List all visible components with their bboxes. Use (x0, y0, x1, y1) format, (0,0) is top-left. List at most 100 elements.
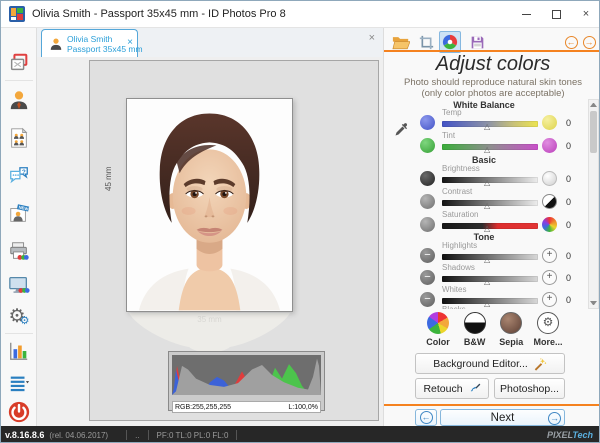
portrait-photo (126, 98, 293, 312)
tab-olivia-smith[interactable]: Olivia Smith Passport 35x45 mm × (41, 29, 143, 57)
preset-bw[interactable]: B&W (459, 312, 491, 347)
preset-color[interactable]: Color (422, 312, 454, 347)
histogram-panel: RGB:255,255,255 L:100,0% (168, 351, 325, 413)
printer-icon (10, 242, 29, 260)
temp-warm-dot[interactable] (542, 115, 557, 130)
color-preset-icon (427, 312, 449, 334)
tab-person-icon (50, 38, 62, 50)
close-all-tabs-icon[interactable]: × (369, 32, 375, 44)
minimize-button[interactable] (511, 1, 541, 27)
next-arrow-icon: → (548, 411, 561, 425)
slider-value: 0 (566, 220, 572, 230)
help-chat-icon: ? (10, 167, 28, 184)
eyedropper-icon[interactable] (394, 121, 410, 137)
sidebar-item-acquire-photo[interactable] (7, 51, 31, 75)
brightness-dark-dot[interactable] (420, 171, 435, 186)
maximize-button[interactable] (541, 1, 571, 27)
folder-icon (392, 36, 410, 49)
sidebar-item-exit[interactable] (7, 399, 31, 425)
sheet-of-persons-icon (11, 127, 28, 148)
sidebar-item-menu[interactable] (7, 371, 31, 395)
slider-label: Blacks (442, 305, 466, 309)
contrast-low-dot[interactable] (420, 194, 435, 209)
svg-text:?: ? (22, 169, 26, 176)
status-separator (236, 430, 238, 440)
scroll-down-icon[interactable] (590, 301, 597, 305)
photoshop-button[interactable]: Photoshop... (494, 378, 565, 399)
brightness-light-dot[interactable] (542, 171, 557, 186)
histogram-plot (172, 355, 321, 395)
sidebar-item-print-sheet[interactable] (7, 126, 31, 150)
saturation-low-dot[interactable] (420, 217, 435, 232)
next-button[interactable]: Next → (440, 409, 565, 426)
highlights-plus-dot[interactable]: + (542, 248, 557, 263)
preset-more[interactable]: ⚙ More... (532, 312, 564, 347)
sidebar-item-person[interactable] (7, 88, 31, 112)
slider-label: Contrast (442, 187, 473, 196)
orange-divider-top (384, 50, 599, 52)
sidebar-item-settings[interactable]: ⚙ ⚙ (7, 304, 31, 328)
slider-value: 0 (566, 197, 572, 207)
saturation-high-dot[interactable] (542, 217, 557, 232)
preset-label: Sepia (499, 337, 524, 347)
slider-label: Brightness (442, 164, 480, 173)
panel-subtitle-1: Photo should reproduce natural skin tone… (404, 77, 582, 88)
tint-magenta-dot[interactable] (542, 138, 557, 153)
release-date-label: (rel. 04.06.2017) (49, 430, 109, 440)
color-wheel-icon (442, 34, 458, 50)
slider-thumb[interactable]: △ (484, 179, 490, 187)
previous-arrow-icon: ← (419, 411, 433, 424)
background-editor-label: Background Editor... (433, 357, 528, 370)
rgb-readout: RGB:255,255,255 (175, 403, 232, 411)
version-label: v.8.16.8.6 (5, 430, 45, 440)
sidebar-item-help[interactable]: ? (7, 164, 31, 188)
portrait-image (127, 99, 292, 311)
slider-label: Highlights (442, 241, 478, 250)
minimize-icon (521, 13, 531, 15)
sliders-scroll-area: White Balance Temp △ 0 Tint △ 0 Basic Br… (386, 99, 586, 309)
back-arrow-icon: ← (564, 35, 578, 49)
sidebar-item-print[interactable] (7, 239, 31, 263)
adjust-colors-panel: ← → Adjust colors Photo should reproduce… (383, 28, 599, 426)
sidebar-item-statistics[interactable] (7, 339, 31, 363)
slider-thumb[interactable]: △ (484, 123, 490, 131)
tab-bar: Olivia Smith Passport 35x45 mm × × (37, 28, 383, 57)
slider-blacks-clipped: Blacks (420, 305, 582, 309)
highlights-minus-dot[interactable]: − (420, 248, 435, 263)
panel-scrollbar[interactable] (588, 99, 599, 309)
photoshop-label: Photoshop... (500, 382, 559, 395)
shadows-plus-dot[interactable]: + (542, 270, 557, 285)
slider-label: Saturation (442, 210, 479, 219)
sidebar: ? NEW ⚙ ⚙ (1, 28, 37, 426)
sidebar-item-display[interactable] (7, 273, 31, 297)
window-title: Olivia Smith - Passport 35x45 mm - ID Ph… (32, 8, 286, 20)
sidebar-item-new-photo[interactable]: NEW (7, 202, 31, 226)
bar-chart-icon (10, 342, 28, 360)
scroll-up-icon[interactable] (590, 103, 597, 107)
shadows-minus-dot[interactable]: − (420, 270, 435, 285)
floppy-disk-icon (471, 36, 483, 48)
contrast-high-dot[interactable] (542, 194, 557, 209)
background-editor-button[interactable]: Background Editor... (415, 353, 565, 374)
pixeltech-logo: PIXELTech (546, 430, 593, 440)
temp-cool-dot[interactable] (420, 115, 435, 130)
slider-value: 0 (566, 118, 572, 128)
status-dots: .. (135, 430, 140, 440)
slider-thumb[interactable]: △ (484, 146, 490, 154)
app-window: Olivia Smith - Passport 35x45 mm - ID Ph… (0, 0, 600, 443)
retouch-button[interactable]: Retouch (415, 378, 489, 399)
bw-preset-icon (463, 312, 486, 334)
slider-value: 0 (566, 273, 572, 283)
previous-step-button[interactable]: ← (415, 409, 437, 426)
panel-subtitle-2: (only color photos are acceptable) (421, 88, 565, 99)
scrollbar-thumb[interactable] (590, 111, 597, 153)
slider-value: 0 (566, 295, 572, 305)
slider-value: 0 (566, 174, 572, 184)
preset-sepia[interactable]: Sepia (495, 312, 527, 347)
tab-close-icon[interactable]: × (127, 38, 133, 48)
small-gear-icon: ⚙ (19, 314, 30, 327)
crop-panel: 45 mm 35 mm (89, 60, 379, 421)
slider-thumb[interactable]: △ (484, 202, 490, 210)
tint-green-dot[interactable] (420, 138, 435, 153)
close-button[interactable]: × (571, 1, 599, 27)
